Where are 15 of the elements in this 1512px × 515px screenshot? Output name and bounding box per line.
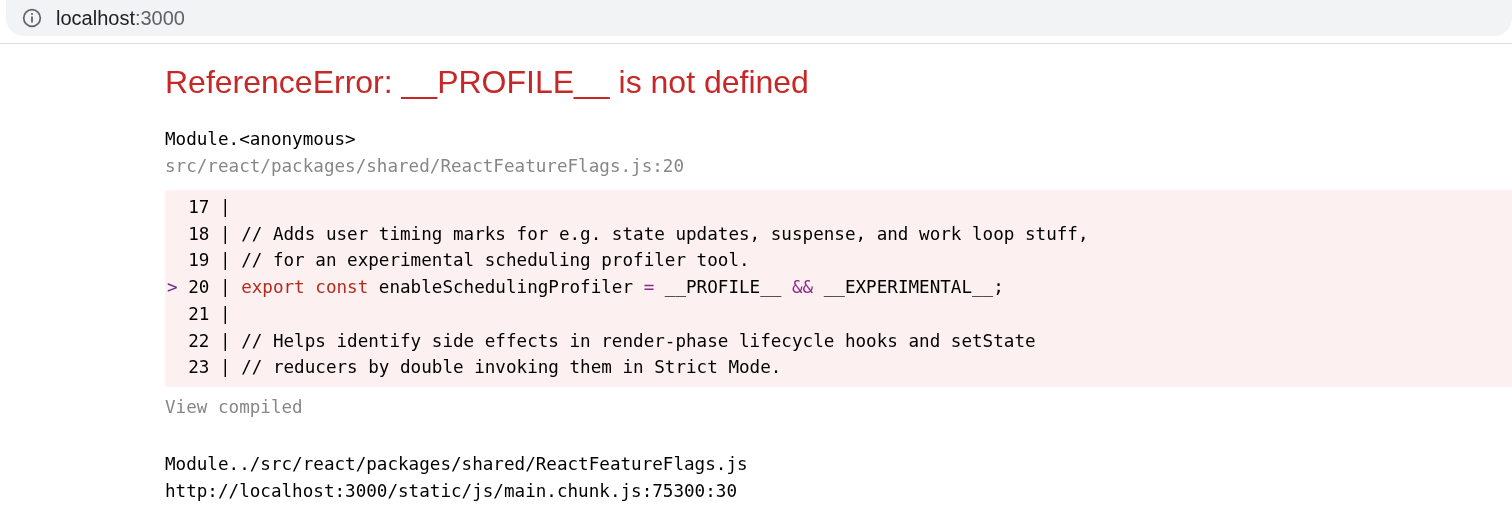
code-line: 18 | // Adds user timing marks for e.g. state updates, suspense, and work loop stuff, <box>187 222 1089 246</box>
view-compiled-link[interactable]: View compiled <box>165 396 303 417</box>
code-line: 21 | <box>187 302 231 326</box>
code-line: > 20 | export const enableSchedulingProfiler = __PROFILE__ && __EXPERIMENTAL__; <box>167 276 1004 300</box>
function-name: Module.<anonymous> <box>165 128 356 151</box>
code-line: 17 | <box>187 196 231 219</box>
error-title: ReferenceError: __PROFILE__ is not defined <box>165 63 810 102</box>
info-icon[interactable] <box>22 8 42 28</box>
address-bar[interactable]: localhost:3000 <box>6 0 1512 36</box>
code-line: 23 | // reducers by double invoking them in Strict Mode. <box>187 356 782 380</box>
code-line: 22 | // Helps identify side effects in render-phase lifecycle hooks and setState <box>187 329 1036 353</box>
code-line: 19 | // for an experimental scheduling profiler tool. <box>187 249 750 273</box>
file-location: src/react/packages/shared/ReactFeatureFlags.js:20 <box>165 155 685 178</box>
file-location: http://localhost:3000/static/js/main.chunk.js:75300:30 <box>165 479 737 503</box>
function-name: Module../src/react/packages/shared/ReactFeatureFlags.js <box>165 452 748 476</box>
